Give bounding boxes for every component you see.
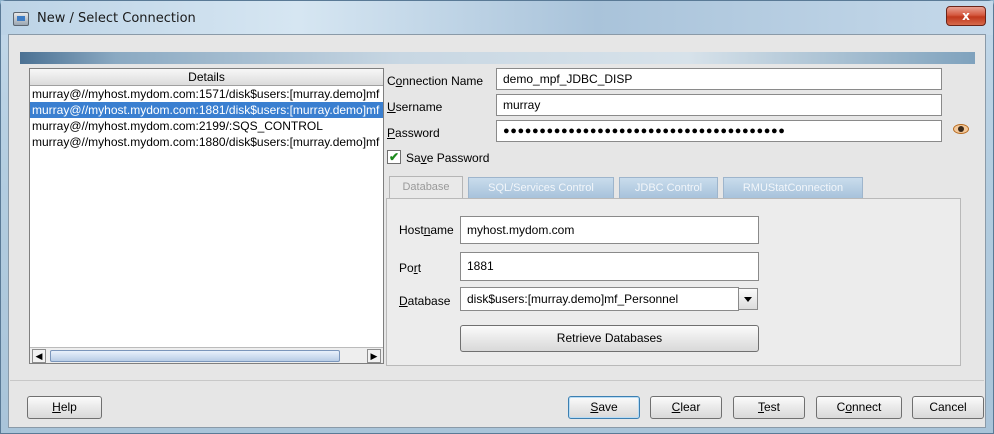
list-item[interactable]: murray@//myhost.mydom.com:1880/disk$user… xyxy=(30,134,383,150)
username-field[interactable]: murray xyxy=(496,94,942,116)
clear-button[interactable]: Clear xyxy=(650,396,722,419)
chevron-down-icon[interactable] xyxy=(738,288,758,310)
connect-button[interactable]: Connect xyxy=(816,396,902,419)
horizontal-scrollbar[interactable]: ◀ ▶ xyxy=(30,347,383,363)
hostname-label: Hostname xyxy=(399,223,454,237)
database-select[interactable]: disk$users:[murray.demo]mf_Personnel xyxy=(460,287,739,311)
save-password-label[interactable]: Save Password xyxy=(406,151,489,165)
scroll-left-icon[interactable]: ◀ xyxy=(32,349,46,363)
test-button[interactable]: Test xyxy=(733,396,805,419)
hostname-field[interactable]: myhost.mydom.com xyxy=(460,216,759,244)
help-button[interactable]: Help xyxy=(27,396,102,419)
show-password-eye-icon[interactable] xyxy=(953,124,969,134)
cancel-button[interactable]: Cancel xyxy=(912,396,984,419)
password-label: Password xyxy=(387,126,440,140)
port-field[interactable]: 1881 xyxy=(460,252,759,281)
tab-rmustatconnection[interactable]: RMUStatConnection xyxy=(723,177,863,198)
close-button[interactable]: x xyxy=(946,6,986,26)
connection-name-field[interactable]: demo_mpf_JDBC_DISP xyxy=(496,68,942,90)
username-label: Username xyxy=(387,100,443,114)
window-title: New / Select Connection xyxy=(37,11,196,26)
password-field[interactable]: ●●●●●●●●●●●●●●●●●●●●●●●●●●●●●●●●●●●●●●● xyxy=(496,120,942,142)
tab-jdbc-control[interactable]: JDBC Control xyxy=(619,177,718,198)
connection-name-label: Connection Name xyxy=(387,74,484,88)
footer-divider xyxy=(10,380,984,381)
scrollbar-thumb[interactable] xyxy=(50,350,340,362)
list-item-selected[interactable]: murray@//myhost.mydom.com:1881/disk$user… xyxy=(30,102,383,118)
port-label: Port xyxy=(399,261,422,275)
scroll-right-icon[interactable]: ▶ xyxy=(367,349,381,363)
list-item[interactable]: murray@//myhost.mydom.com:2199/:SQS_CONT… xyxy=(30,118,383,134)
tab-database[interactable]: Database xyxy=(389,176,463,199)
list-header-details[interactable]: Details xyxy=(30,69,383,86)
database-label: Database xyxy=(399,294,451,308)
retrieve-databases-button[interactable]: Retrieve Databases xyxy=(460,325,759,352)
decorative-banner xyxy=(20,52,975,64)
save-password-checkbox[interactable]: ✔ xyxy=(387,150,401,164)
list-item[interactable]: murray@//myhost.mydom.com:1571/disk$user… xyxy=(30,86,383,102)
app-icon xyxy=(13,12,29,26)
title-bar[interactable]: New / Select Connection x xyxy=(1,1,993,35)
save-button[interactable]: Save xyxy=(568,396,640,419)
tab-sql-services-control[interactable]: SQL/Services Control xyxy=(468,177,614,198)
connection-list: Details murray@//myhost.mydom.com:1571/d… xyxy=(29,68,384,364)
